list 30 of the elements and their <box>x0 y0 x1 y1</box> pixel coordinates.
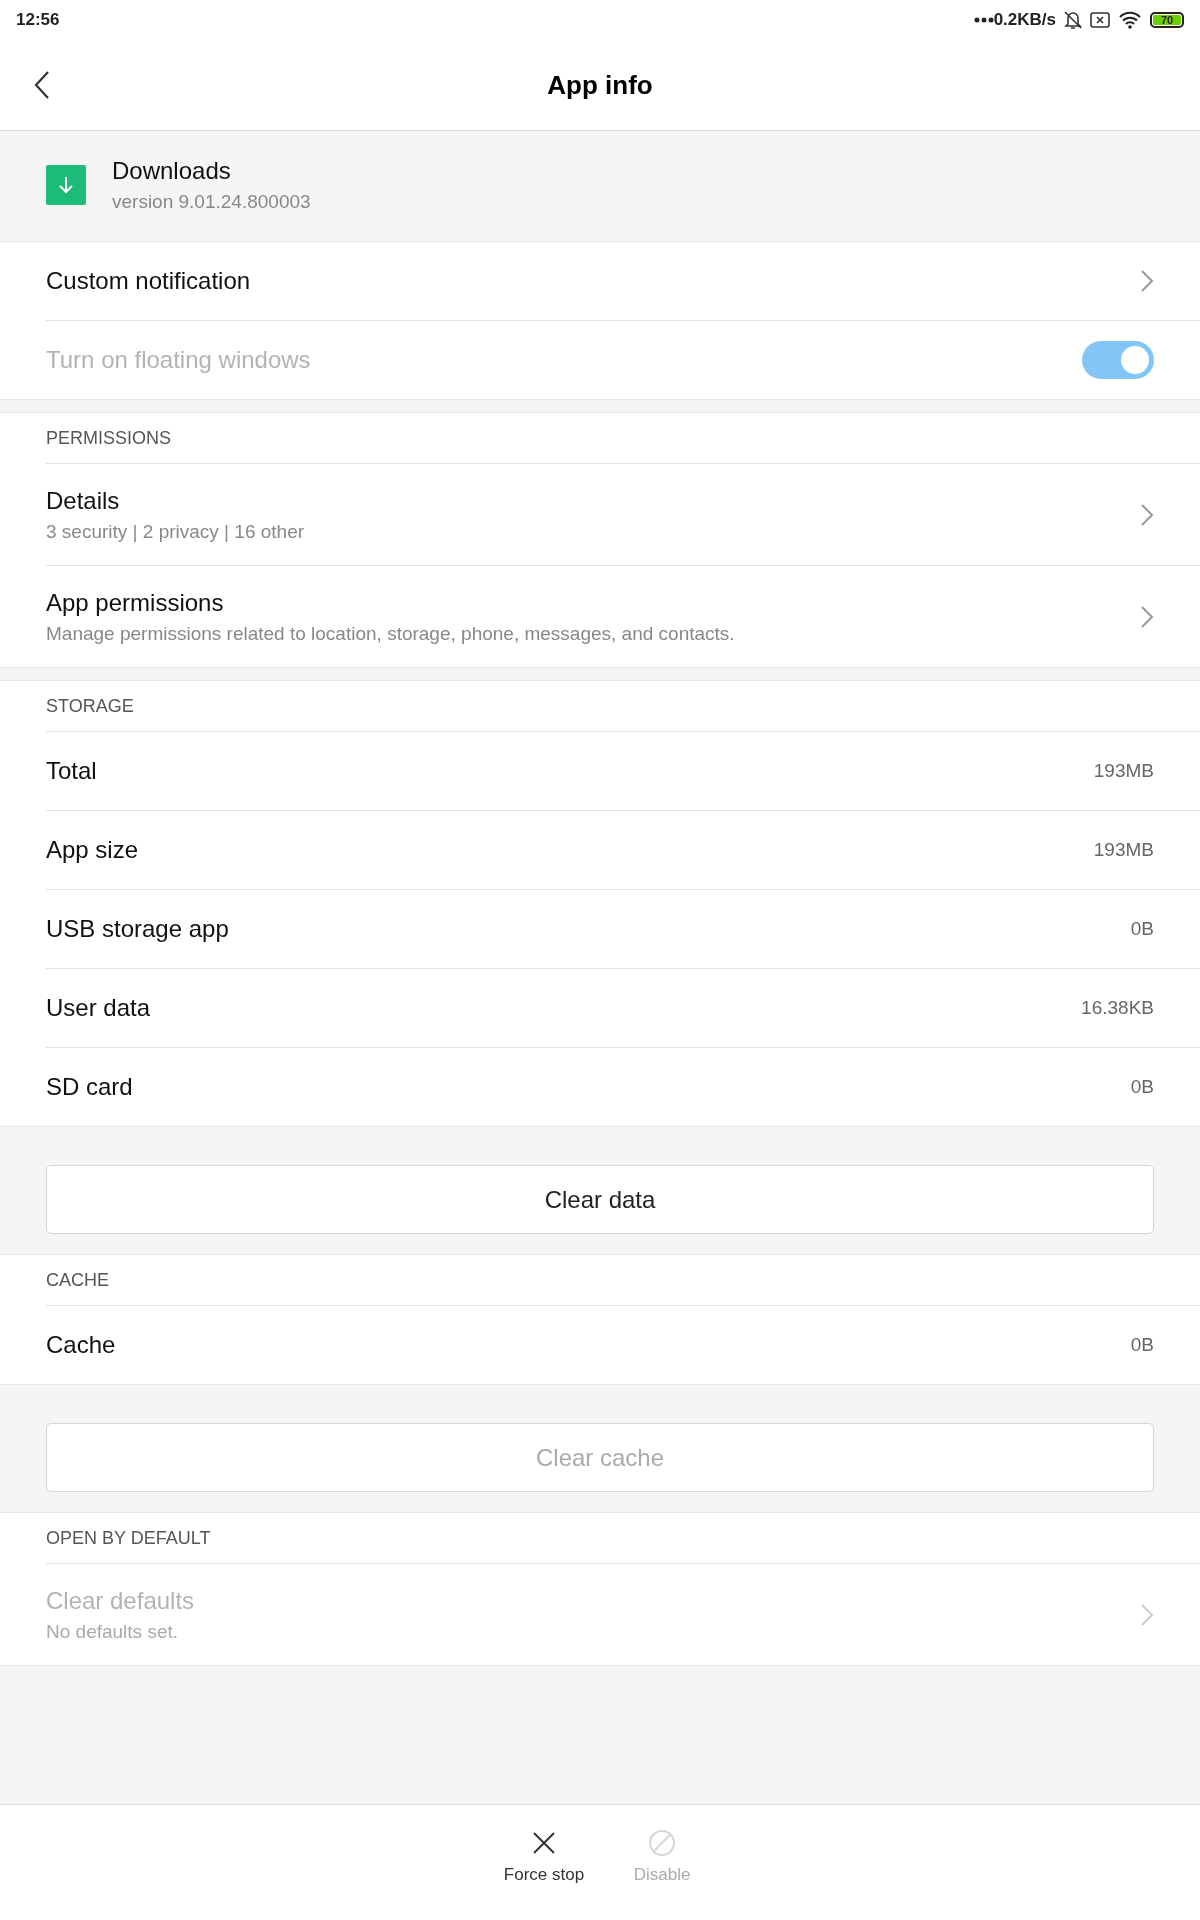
row-value: 0B <box>1130 918 1154 940</box>
row-title: Total <box>46 757 98 785</box>
app-version: version 9.01.24.800003 <box>112 191 311 213</box>
status-time: 12:56 <box>16 10 60 30</box>
row-title: User data <box>46 994 152 1022</box>
network-speed: 0.2KB/s <box>993 10 1056 30</box>
row-subtitle: No defaults set. <box>46 1620 180 1643</box>
section-header: CACHE <box>45 1268 110 1292</box>
row-value: 193MB <box>1093 839 1154 861</box>
row-title: Cache <box>46 1331 117 1359</box>
row-title: App size <box>46 836 140 864</box>
row-title: SD card <box>46 1073 134 1101</box>
row-value: 193MB <box>1093 760 1154 782</box>
row-value: 0B <box>1130 1076 1154 1098</box>
bottom-action[interactable]: Force stop <box>497 1805 591 1920</box>
row-value: 16.38KB <box>1081 997 1154 1019</box>
section-header: PERMISSIONS <box>45 426 173 450</box>
row-subtitle: Manage permissions related to location, storage, phone, messages, and contacts. <box>46 622 736 645</box>
section-header: OPEN BY DEFAULT <box>45 1526 212 1550</box>
row-title[interactable]: App permissions <box>46 588 1140 617</box>
row-title[interactable]: Custom notification <box>46 267 1140 295</box>
row-title[interactable]: Details <box>46 486 1140 515</box>
section-header: STORAGE <box>45 694 135 718</box>
row-value: 0B <box>1130 1334 1154 1356</box>
row-title: USB storage app <box>46 915 230 943</box>
page-title: App info <box>547 69 653 101</box>
battery-level: 70 <box>1153 15 1181 25</box>
action-button[interactable]: Clear data <box>46 1165 1154 1234</box>
app-name: Downloads <box>112 157 232 185</box>
row-subtitle: 3 security | 2 privacy | 16 other <box>46 520 306 543</box>
